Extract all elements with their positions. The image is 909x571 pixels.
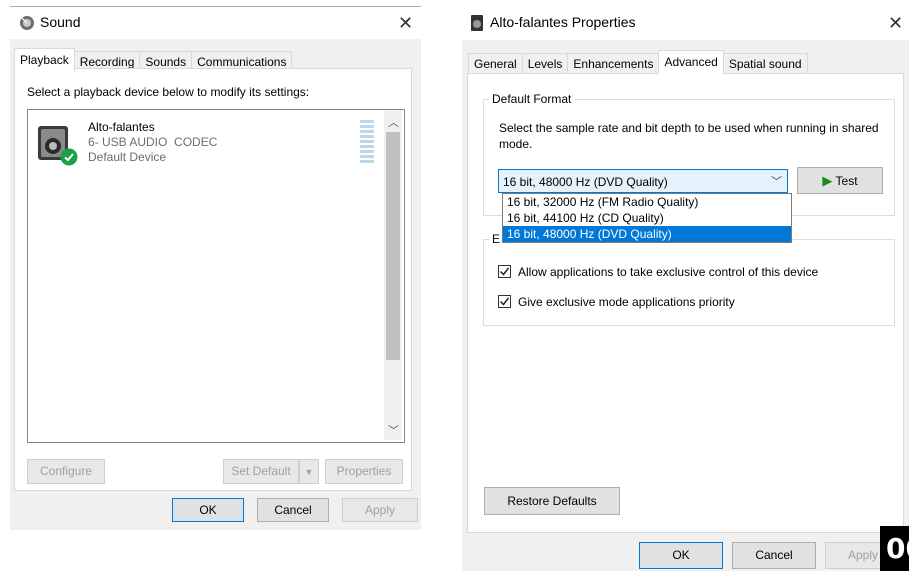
close-icon[interactable]: ✕ bbox=[398, 14, 413, 32]
format-option[interactable]: 16 bit, 44100 Hz (CD Quality) bbox=[503, 210, 791, 226]
tab-advanced[interactable]: Advanced bbox=[658, 50, 724, 74]
device-item[interactable]: Alto-falantes 6- USB AUDIO CODEC Default… bbox=[36, 120, 356, 172]
tab-enhancements[interactable]: Enhancements bbox=[567, 53, 660, 74]
restore-defaults-button[interactable]: Restore Defaults bbox=[484, 487, 620, 515]
device-codec: 6- USB AUDIO CODEC bbox=[88, 135, 218, 149]
set-default-button[interactable]: Set Default bbox=[223, 459, 299, 484]
sound-window: Sound ✕ Playback Recording Sounds Commun… bbox=[10, 6, 421, 530]
apply-button[interactable]: Apply bbox=[342, 498, 418, 522]
exclusive-mode-legend: E bbox=[489, 232, 504, 246]
configure-button[interactable]: Configure bbox=[27, 459, 105, 484]
scroll-up-icon[interactable]: ︿ bbox=[388, 114, 399, 130]
scrollbar[interactable]: ︿ ﹀ bbox=[384, 110, 402, 440]
overlay-label: 00 bbox=[880, 526, 909, 571]
properties-titlebar: Alto-falantes Properties ✕ bbox=[462, 2, 909, 40]
cancel-button[interactable]: Cancel bbox=[257, 498, 329, 522]
format-option[interactable]: 16 bit, 32000 Hz (FM Radio Quality) bbox=[503, 194, 791, 210]
ok-button[interactable]: OK bbox=[639, 542, 723, 569]
default-format-legend: Default Format bbox=[489, 92, 575, 106]
checkmark-icon bbox=[499, 297, 510, 306]
tab-playback[interactable]: Playback bbox=[14, 48, 75, 72]
properties-button[interactable]: Properties bbox=[325, 459, 403, 484]
advanced-panel: Default Format Select the sample rate an… bbox=[467, 73, 904, 533]
device-icon bbox=[470, 15, 484, 34]
format-option-selected[interactable]: 16 bit, 48000 Hz (DVD Quality) bbox=[503, 226, 791, 242]
level-meter bbox=[360, 120, 374, 164]
scroll-down-icon[interactable]: ﹀ bbox=[388, 422, 399, 438]
overlay-text: 00 bbox=[886, 532, 909, 565]
playback-instruction: Select a playback device below to modify… bbox=[27, 85, 310, 99]
exclusive-mode-group: E Allow applications to take exclusive c… bbox=[483, 232, 895, 326]
format-select[interactable]: 16 bit, 48000 Hz (DVD Quality) ﹀ bbox=[498, 169, 788, 193]
chevron-down-icon: ▼ bbox=[304, 467, 314, 477]
exclusive-priority-label[interactable]: Give exclusive mode applications priorit… bbox=[518, 295, 735, 309]
format-description: Select the sample rate and bit depth to … bbox=[499, 121, 879, 151]
close-icon[interactable]: ✕ bbox=[888, 14, 903, 32]
properties-window: Alto-falantes Properties ✕ General Level… bbox=[462, 2, 909, 571]
device-list[interactable]: Alto-falantes 6- USB AUDIO CODEC Default… bbox=[27, 109, 405, 443]
properties-tabs: General Levels Enhancements Advanced Spa… bbox=[468, 50, 808, 74]
allow-exclusive-label[interactable]: Allow applications to take exclusive con… bbox=[518, 265, 818, 279]
speaker-icon bbox=[19, 15, 35, 34]
default-check-icon bbox=[60, 148, 78, 169]
sound-title: Sound bbox=[40, 14, 81, 30]
device-name: Alto-falantes bbox=[88, 120, 155, 134]
properties-title: Alto-falantes Properties bbox=[490, 14, 636, 30]
device-status: Default Device bbox=[88, 150, 167, 164]
test-button[interactable]: ▶ Test bbox=[797, 167, 883, 194]
tab-levels[interactable]: Levels bbox=[521, 53, 569, 74]
checkmark-icon bbox=[499, 267, 510, 276]
play-icon: ▶ bbox=[822, 173, 833, 188]
tab-spatial-sound[interactable]: Spatial sound bbox=[722, 53, 808, 74]
tab-general[interactable]: General bbox=[468, 53, 523, 74]
sound-titlebar: Sound ✕ bbox=[10, 6, 421, 39]
scroll-thumb[interactable] bbox=[386, 132, 400, 360]
format-dropdown-list[interactable]: 16 bit, 32000 Hz (FM Radio Quality) 16 b… bbox=[502, 193, 792, 243]
allow-exclusive-checkbox[interactable] bbox=[498, 265, 511, 278]
test-label: Test bbox=[835, 174, 858, 188]
cancel-button[interactable]: Cancel bbox=[732, 542, 816, 569]
ok-button[interactable]: OK bbox=[172, 498, 244, 522]
playback-panel: Select a playback device below to modify… bbox=[14, 68, 412, 491]
chevron-down-icon: ﹀ bbox=[771, 176, 782, 188]
exclusive-priority-checkbox[interactable] bbox=[498, 295, 511, 308]
set-default-dropdown[interactable]: ▼ bbox=[299, 459, 319, 484]
format-selected-value: 16 bit, 48000 Hz (DVD Quality) bbox=[503, 175, 668, 189]
